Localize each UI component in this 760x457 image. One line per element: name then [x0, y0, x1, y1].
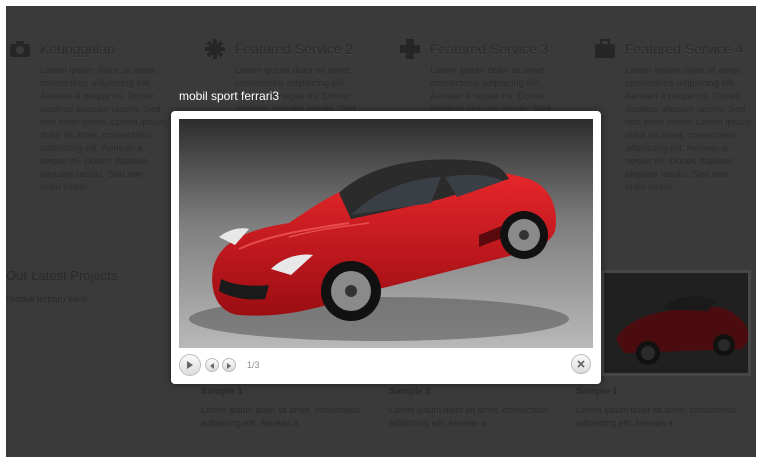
previous-button[interactable] — [205, 358, 219, 372]
sample-description: Lorem ipsum dolor sit amet, consectetur … — [389, 405, 550, 428]
service-description: Lorem ipsum dolor sit amet, consectetur … — [40, 65, 166, 193]
close-icon — [577, 355, 585, 373]
latest-projects-subtitle: Produk terbaru kami — [6, 294, 88, 304]
service-title: Featured Service 2 — [235, 41, 354, 57]
sample-title: Sample 1 — [576, 386, 618, 397]
briefcase-icon — [591, 38, 619, 60]
latest-projects-title: Our Latest Projects — [6, 268, 118, 283]
lightbox-dialog: 1/3 — [171, 111, 601, 384]
sample-description: Lorem ipsum dolor sit amet, consectetur … — [576, 405, 737, 428]
car-photo[interactable] — [179, 119, 593, 348]
service-title: Featured Service 4 — [625, 41, 744, 57]
sample-title: Sample 1 — [201, 386, 243, 397]
service-description: Lorem ipsum dolor sit amet, consectetur … — [625, 65, 751, 193]
plus-icon — [396, 38, 424, 60]
next-button[interactable] — [222, 358, 236, 372]
service-keunggulan: Keunggulan Lorem ipsum dolor sit amet, c… — [6, 38, 191, 194]
play-button[interactable] — [179, 354, 201, 376]
next-icon — [226, 356, 232, 374]
gear-icon — [201, 38, 229, 60]
project-thumbnail[interactable] — [601, 270, 751, 376]
camera-icon — [6, 38, 34, 60]
lightbox-title: mobil sport ferrari3 — [179, 89, 280, 103]
image-counter: 1/3 — [247, 360, 260, 370]
service-title: Featured Service 3 — [430, 41, 549, 57]
service-featured-4: Featured Service 4 Lorem ipsum dolor sit… — [591, 38, 756, 194]
play-icon — [186, 356, 194, 374]
service-title: Keunggulan — [40, 41, 115, 57]
close-button[interactable] — [571, 354, 591, 374]
previous-icon — [209, 356, 215, 374]
sample-description: Lorem ipsum dolor sit amet, consectetur … — [201, 405, 362, 428]
lightbox-controls: 1/3 — [179, 354, 593, 378]
sample-title: Sample 2 — [389, 386, 431, 397]
